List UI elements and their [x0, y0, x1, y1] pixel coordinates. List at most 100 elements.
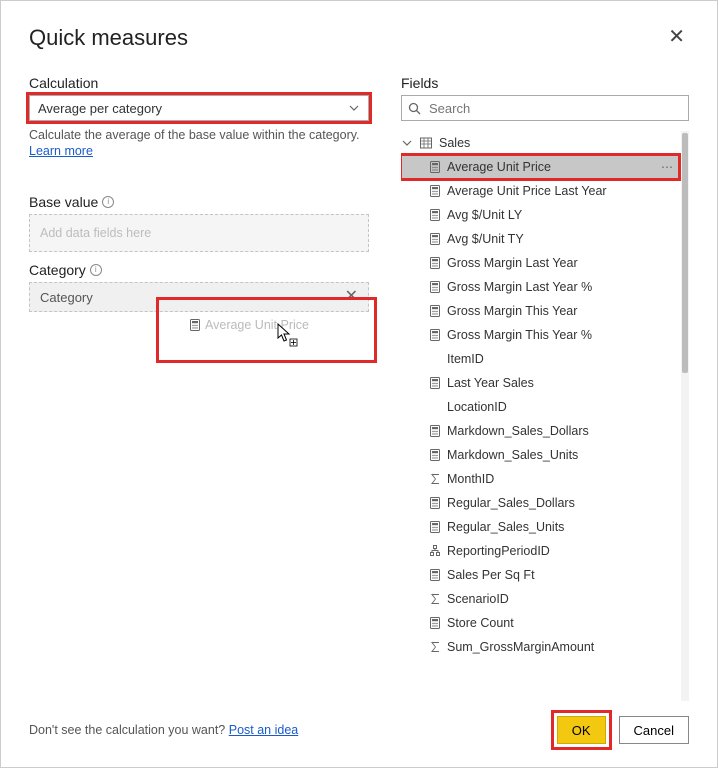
calc-icon	[429, 424, 441, 438]
tree-item-label: Avg $/Unit TY	[447, 232, 524, 246]
calculation-dropdown[interactable]: Average per category	[29, 95, 369, 121]
chevron-down-icon	[401, 137, 413, 149]
tree-item[interactable]: Gross Margin This Year %	[401, 323, 679, 347]
calc-icon	[429, 208, 441, 222]
close-button[interactable]: ✕	[664, 25, 689, 49]
category-label: Category	[29, 262, 86, 278]
calc-icon	[429, 184, 441, 198]
sigma-icon	[429, 640, 441, 654]
dialog-title: Quick measures	[29, 25, 188, 51]
calc-icon	[429, 520, 441, 534]
tree-item-label: Gross Margin Last Year %	[447, 280, 592, 294]
table-icon	[419, 136, 433, 150]
tree-item-label: LocationID	[447, 400, 507, 414]
tree-item-label: MonthID	[447, 472, 494, 486]
tree-item[interactable]: Gross Margin Last Year %	[401, 275, 679, 299]
tree-item-label: Avg $/Unit LY	[447, 208, 522, 222]
cancel-button[interactable]: Cancel	[619, 716, 689, 744]
calc-icon	[429, 616, 441, 630]
highlight-box-ok: OK	[554, 713, 609, 747]
tree-parent-sales[interactable]: Sales	[401, 131, 679, 155]
base-value-header: Base value i	[29, 194, 369, 210]
sigma-icon	[429, 472, 441, 486]
scrollbar[interactable]	[681, 131, 689, 701]
calculation-label: Calculation	[29, 75, 369, 91]
tree-item-label: Markdown_Sales_Units	[447, 448, 578, 462]
tree-item[interactable]: Sales Per Sq Ft	[401, 563, 679, 587]
calculation-description: Calculate the average of the base value …	[29, 127, 369, 143]
tree-item[interactable]: Avg $/Unit TY	[401, 227, 679, 251]
calc-icon	[429, 568, 441, 582]
tree-item-label: ScenarioID	[447, 592, 509, 606]
tree-item-label: ItemID	[447, 352, 484, 366]
calculator-icon	[189, 318, 201, 332]
dialog-header: Quick measures ✕	[29, 25, 689, 51]
tree-item[interactable]: Sum_GrossMarginAmount	[401, 635, 679, 659]
hierarchy-icon	[429, 544, 441, 558]
tree-item-label: Sales Per Sq Ft	[447, 568, 535, 582]
calc-icon	[429, 256, 441, 270]
tree-item-label: Regular_Sales_Units	[447, 520, 564, 534]
calc-icon	[429, 160, 441, 174]
cursor-icon	[277, 323, 299, 349]
tree-item[interactable]: LocationID	[401, 395, 679, 419]
search-box[interactable]	[401, 95, 689, 121]
calc-icon	[429, 448, 441, 462]
more-icon[interactable]: ⋯	[661, 160, 673, 174]
search-icon	[408, 102, 421, 115]
chevron-down-icon	[348, 102, 360, 114]
search-input[interactable]	[427, 100, 682, 117]
learn-more-link[interactable]: Learn more	[29, 144, 93, 158]
tree-item-label: Average Unit Price	[447, 160, 551, 174]
category-field-chip[interactable]: Category ✕	[29, 282, 369, 312]
tree-item-label: Regular_Sales_Dollars	[447, 496, 575, 510]
tree-item-label: Gross Margin Last Year	[447, 256, 578, 270]
tree-item[interactable]: ItemID	[401, 347, 679, 371]
info-icon[interactable]: i	[102, 196, 114, 208]
tree-item[interactable]: Store Count	[401, 611, 679, 635]
left-panel: Calculation Average per category Calcula…	[29, 75, 369, 701]
tree-item[interactable]: Gross Margin Last Year	[401, 251, 679, 275]
fields-tree[interactable]: SalesAverage Unit Price⋯Average Unit Pri…	[401, 131, 689, 701]
drag-ghost: Average Unit Price	[189, 318, 309, 332]
tree-item-label: Markdown_Sales_Dollars	[447, 424, 589, 438]
category-value: Category	[40, 290, 93, 305]
calc-icon	[429, 304, 441, 318]
quick-measures-dialog: Quick measures ✕ Calculation Average per…	[0, 0, 718, 768]
ok-button[interactable]: OK	[557, 716, 606, 744]
calc-icon	[429, 232, 441, 246]
tree-item-label: Sum_GrossMarginAmount	[447, 640, 594, 654]
base-value-label: Base value	[29, 194, 98, 210]
scrollbar-thumb[interactable]	[682, 133, 688, 373]
tree-item-label: Gross Margin This Year	[447, 304, 577, 318]
tree-item[interactable]: Regular_Sales_Units	[401, 515, 679, 539]
tree-item[interactable]: Markdown_Sales_Dollars	[401, 419, 679, 443]
info-icon[interactable]: i	[90, 264, 102, 276]
tree-item-label: Last Year Sales	[447, 376, 534, 390]
dialog-footer: Don't see the calculation you want? Post…	[29, 713, 689, 747]
calc-icon	[429, 280, 441, 294]
tree-item[interactable]: Markdown_Sales_Units	[401, 443, 679, 467]
tree-item[interactable]: Regular_Sales_Dollars	[401, 491, 679, 515]
post-idea-link[interactable]: Post an idea	[229, 723, 299, 737]
footer-prompt: Don't see the calculation you want? Post…	[29, 723, 298, 737]
tree-item[interactable]: Avg $/Unit LY	[401, 203, 679, 227]
base-value-placeholder: Add data fields here	[40, 226, 151, 240]
fields-panel: Fields SalesAverage Unit Price⋯Average U…	[401, 75, 689, 701]
tree-item[interactable]: Average Unit Price Last Year	[401, 179, 679, 203]
tree-item-label: Store Count	[447, 616, 514, 630]
tree-item-label: Average Unit Price Last Year	[447, 184, 607, 198]
fields-label: Fields	[401, 75, 689, 91]
tree-item[interactable]: ScenarioID	[401, 587, 679, 611]
base-value-dropzone[interactable]: Add data fields here	[29, 214, 369, 252]
tree-item-label: Gross Margin This Year %	[447, 328, 592, 342]
tree-item[interactable]: ReportingPeriodID	[401, 539, 679, 563]
tree-item[interactable]: Average Unit Price ⋯	[401, 155, 679, 179]
tree-item[interactable]: Last Year Sales	[401, 371, 679, 395]
tree-item[interactable]: MonthID	[401, 467, 679, 491]
calc-icon	[429, 376, 441, 390]
category-header: Category i	[29, 262, 369, 278]
remove-category-button[interactable]: ✕	[345, 289, 358, 305]
tree-item[interactable]: Gross Margin This Year	[401, 299, 679, 323]
sigma-icon	[429, 592, 441, 606]
